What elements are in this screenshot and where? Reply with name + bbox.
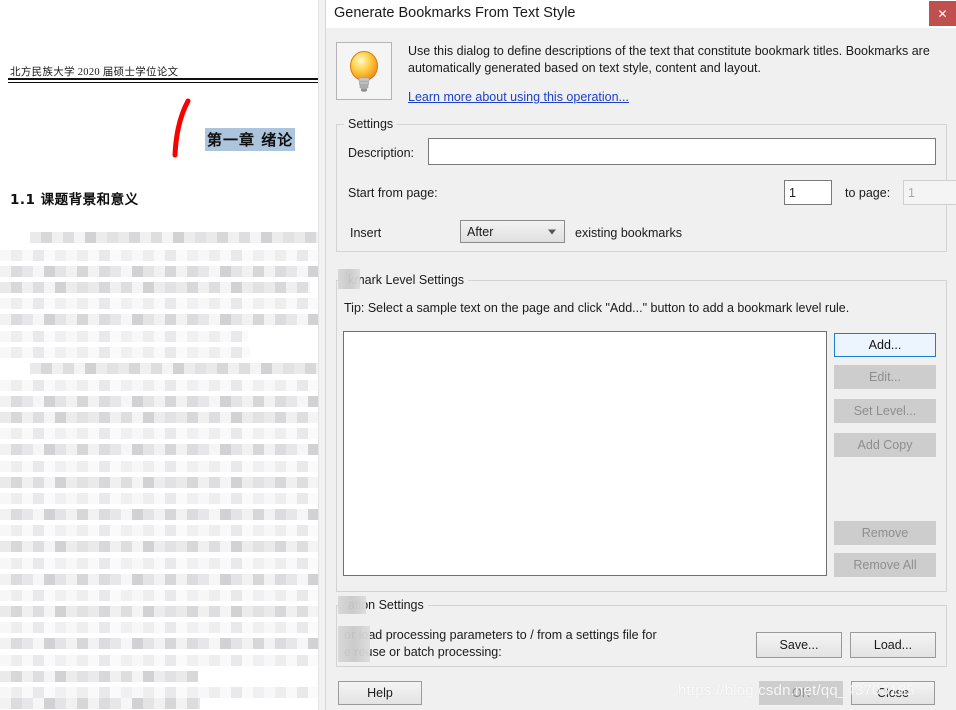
insert-position-select[interactable]: After (460, 220, 565, 243)
insert-label: Insert (350, 226, 382, 240)
pdf-document-pane[interactable]: 北方民族大学 2020 届硕士学位论文 第一章 绪论 1.1 课题背景和意义 (0, 0, 325, 710)
add-rule-button[interactable]: Add... (834, 333, 936, 357)
chevron-down-icon (548, 229, 556, 234)
set-level-button[interactable]: Set Level... (834, 399, 936, 423)
dialog-banner: Use this dialog to define descriptions o… (326, 28, 956, 114)
settings-group-label: Settings (344, 117, 398, 131)
dialog-description-text: Use this dialog to define descriptions o… (408, 44, 930, 75)
to-page-input[interactable] (903, 180, 956, 205)
existing-bookmarks-label: existing bookmarks (575, 226, 682, 240)
ok-button[interactable]: OK (759, 681, 843, 705)
redaction-block-automation (338, 596, 366, 614)
bookmark-level-settings-label: kmark Level Settings (344, 273, 469, 287)
load-settings-button[interactable]: Load... (850, 632, 936, 658)
bookmark-rules-list[interactable] (343, 331, 827, 576)
insert-position-value: After (467, 224, 494, 239)
to-page-label: to page: (845, 186, 891, 200)
dialog-titlebar[interactable]: Generate Bookmarks From Text Style ✕ (326, 0, 956, 28)
lightbulb-icon (336, 42, 392, 100)
remove-rule-button[interactable]: Remove (834, 521, 936, 545)
redaction-block-levels (338, 269, 360, 289)
help-button[interactable]: Help (338, 681, 422, 705)
automation-description-line1: or load processing parameters to / from … (344, 628, 657, 642)
save-settings-button[interactable]: Save... (756, 632, 842, 658)
document-page[interactable]: 北方民族大学 2020 届硕士学位论文 第一章 绪论 1.1 课题背景和意义 (0, 0, 320, 710)
start-from-page-label: Start from page: (348, 186, 438, 200)
header-rule-thin (8, 82, 320, 83)
document-section-heading: 1.1 课题背景和意义 (10, 192, 139, 208)
redaction-block-automation-desc (338, 626, 370, 662)
automation-description-line2: e reuse or batch processing: (344, 645, 502, 659)
document-gutter (318, 0, 325, 710)
start-from-page-input[interactable] (784, 180, 832, 205)
learn-more-link[interactable]: Learn more about using this operation... (408, 90, 629, 104)
close-button[interactable]: Close (851, 681, 935, 705)
description-label: Description: (348, 146, 414, 160)
dialog-title-text: Generate Bookmarks From Text Style (334, 5, 576, 21)
generate-bookmarks-dialog: Generate Bookmarks From Text Style ✕ Use… (325, 0, 956, 710)
header-rule-thick (8, 78, 320, 80)
bookmark-level-tip: Tip: Select a sample text on the page an… (344, 301, 850, 315)
description-input[interactable] (428, 138, 936, 165)
automation-description: or load processing parameters to / from … (344, 627, 764, 661)
edit-rule-button[interactable]: Edit... (834, 365, 936, 389)
add-copy-button[interactable]: Add Copy (834, 433, 936, 457)
close-icon[interactable]: ✕ (929, 1, 956, 26)
document-running-header: 北方民族大学 2020 届硕士学位论文 (10, 67, 179, 78)
selected-chapter-title[interactable]: 第一章 绪论 (205, 128, 296, 151)
redacted-body-text (0, 228, 318, 710)
remove-all-rules-button[interactable]: Remove All (834, 553, 936, 577)
